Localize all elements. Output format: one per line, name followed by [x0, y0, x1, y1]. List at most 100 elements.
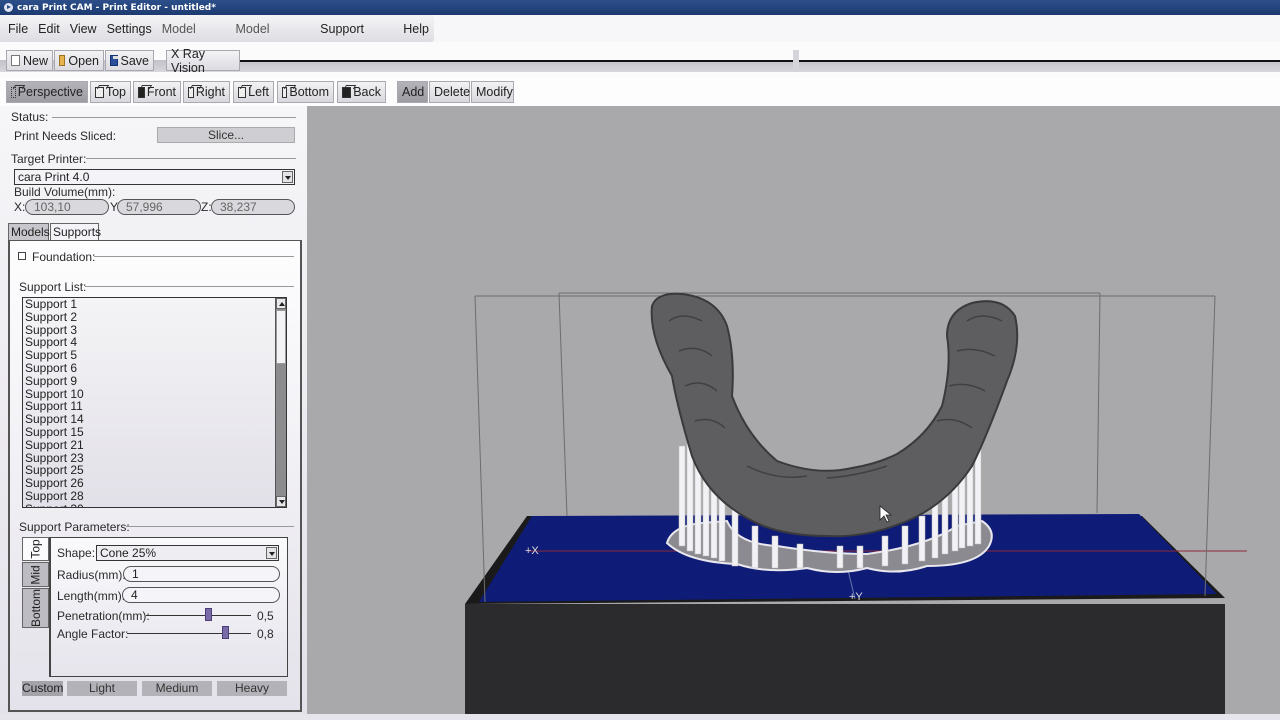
radius-label: Radius(mm):: [57, 568, 126, 582]
support-list-item[interactable]: Support 15: [23, 426, 286, 439]
length-field[interactable]: 4: [122, 587, 280, 603]
scroll-up-icon[interactable]: [276, 298, 286, 309]
support-pillar[interactable]: [931, 500, 939, 559]
view-label: Front: [146, 85, 176, 99]
target-printer-value: cara Print 4.0: [18, 170, 90, 184]
modify-label: Modify: [476, 85, 513, 99]
xray-vision-label: X Ray Vision: [171, 46, 206, 75]
length-label: Length(mm):: [57, 589, 126, 603]
support-list-label: Support List:: [19, 280, 87, 294]
build-y-field[interactable]: 57,996: [117, 199, 201, 215]
new-button[interactable]: New: [6, 50, 53, 71]
support-pillar[interactable]: [678, 445, 686, 547]
penetration-value: 0,5: [257, 609, 274, 623]
support-pillar[interactable]: [901, 525, 909, 565]
delete-label: Delete: [434, 85, 471, 99]
target-printer-select[interactable]: cara Print 4.0: [14, 169, 295, 185]
support-list[interactable]: Support 1 Support 2 Support 3 Support 4 Supp…: [22, 297, 287, 508]
foundation-separator: [94, 256, 294, 257]
vtab-bottom[interactable]: Bottom: [22, 588, 49, 628]
scrollbar-thumb[interactable]: [276, 310, 286, 364]
support-pillar[interactable]: [731, 505, 739, 567]
axis-x-label: +X: [525, 545, 539, 557]
support-list-item[interactable]: Support 21: [23, 438, 286, 452]
menu-model-actions[interactable]: Model Actions: [231, 18, 316, 58]
view-left-button[interactable]: Left: [233, 81, 274, 103]
top-view-cube-icon: [95, 86, 104, 98]
chevron-down-icon[interactable]: [266, 547, 277, 559]
support-list-item[interactable]: Support 1: [23, 298, 286, 311]
modify-support-button[interactable]: Modify: [471, 81, 514, 103]
support-list-item[interactable]: Support 28: [23, 490, 286, 503]
menu-model-tools[interactable]: Model Tools: [157, 18, 231, 58]
support-pillar[interactable]: [751, 525, 759, 569]
support-pillar[interactable]: [856, 545, 864, 569]
penetration-slider[interactable]: [146, 615, 251, 616]
chevron-down-icon[interactable]: [282, 171, 293, 183]
menu-support-tools[interactable]: Support Tools: [315, 18, 398, 58]
view-toolbar: Perspective Top Front Right Left Bottom …: [0, 78, 1280, 106]
shape-select[interactable]: Cone 25%: [96, 545, 279, 561]
view-back-button[interactable]: Back: [337, 81, 386, 103]
preset-heavy-button[interactable]: Heavy: [217, 681, 287, 696]
axis-y-label: +Y: [849, 591, 863, 603]
support-pillar[interactable]: [796, 543, 804, 569]
scene-svg: +X +Y: [465, 292, 1247, 714]
angle-factor-slider-thumb[interactable]: [222, 626, 230, 639]
menu-help[interactable]: Help: [398, 18, 434, 40]
support-list-scrollbar[interactable]: [275, 298, 286, 507]
preset-custom-button[interactable]: Custom: [22, 681, 63, 696]
support-list-item[interactable]: Support 6: [23, 362, 286, 375]
view-label: Bottom: [289, 85, 329, 99]
vtab-mid[interactable]: Mid: [22, 562, 49, 587]
add-support-button[interactable]: Add: [397, 81, 428, 103]
3d-viewport[interactable]: +X +Y: [307, 106, 1280, 714]
support-pillar[interactable]: [881, 535, 889, 567]
preset-medium-button[interactable]: Medium: [142, 681, 212, 696]
scroll-down-icon[interactable]: [276, 496, 286, 507]
target-printer-label: Target Printer:: [11, 152, 87, 166]
foundation-checkbox[interactable]: [18, 252, 26, 260]
preset-light-button[interactable]: Light: [67, 681, 137, 696]
penetration-slider-thumb[interactable]: [205, 608, 212, 621]
menu-view[interactable]: View: [65, 18, 102, 40]
delete-support-button[interactable]: Delete: [429, 81, 470, 103]
vtab-top[interactable]: Top: [22, 537, 49, 561]
support-list-item[interactable]: Support 2: [23, 310, 286, 324]
support-pillar[interactable]: [836, 545, 844, 569]
toolbar-splitter-handle[interactable]: [793, 50, 799, 72]
menu-file[interactable]: File: [3, 18, 33, 40]
xray-vision-button[interactable]: X Ray Vision: [166, 47, 240, 75]
support-list-item[interactable]: Support 30: [23, 502, 286, 507]
foundation-label: Foundation:: [32, 250, 96, 264]
view-bottom-button[interactable]: Bottom: [277, 81, 334, 103]
angle-factor-slider[interactable]: [127, 633, 251, 634]
left-view-cube-icon: [238, 86, 247, 98]
new-button-label: New: [22, 53, 48, 68]
menu-bar: File Edit View Settings Model Tools Mode…: [0, 15, 1280, 58]
menu-settings[interactable]: Settings: [102, 18, 157, 40]
view-label: Perspective: [17, 85, 83, 99]
support-pillar[interactable]: [771, 535, 779, 569]
build-z-field[interactable]: 38,237: [211, 199, 295, 215]
slice-button[interactable]: Slice...: [157, 127, 295, 143]
view-label: Back: [353, 85, 381, 99]
radius-field[interactable]: 1: [123, 566, 280, 582]
save-disk-icon: [110, 55, 118, 66]
tab-supports[interactable]: Supports: [50, 223, 101, 241]
menu-edit[interactable]: Edit: [33, 18, 65, 40]
support-pillar[interactable]: [918, 515, 926, 562]
status-strip: [0, 714, 1280, 720]
app-logo-icon: [4, 3, 13, 12]
tab-models[interactable]: Models: [8, 223, 50, 241]
view-top-button[interactable]: Top: [90, 81, 131, 103]
save-button[interactable]: Save: [105, 50, 154, 71]
view-front-button[interactable]: Front: [133, 81, 181, 103]
open-button[interactable]: Open: [54, 50, 104, 71]
parameters-separator: [126, 526, 294, 527]
support-list-item[interactable]: Support 9: [23, 374, 286, 388]
view-right-button[interactable]: Right: [183, 81, 230, 103]
build-x-field[interactable]: 103,10: [25, 199, 109, 215]
view-perspective-button[interactable]: Perspective: [6, 81, 88, 103]
penetration-label: Penetration(mm):: [57, 609, 150, 623]
